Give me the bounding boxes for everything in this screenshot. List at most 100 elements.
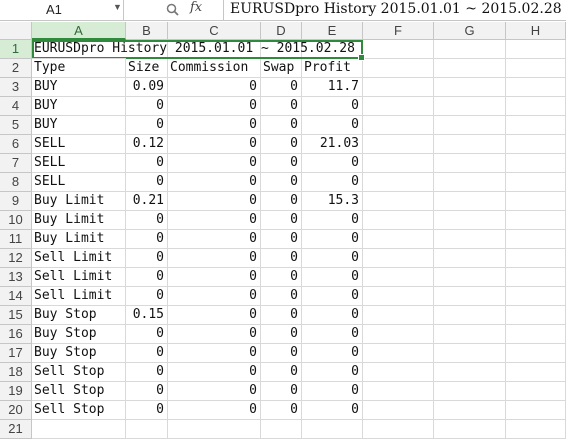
cell-e12[interactable]: 0 <box>302 249 363 268</box>
cell-h12[interactable] <box>506 249 566 268</box>
insert-function-button[interactable]: fx <box>190 0 202 15</box>
cell-h8[interactable] <box>506 173 566 192</box>
cell-d4[interactable]: 0 <box>261 97 302 116</box>
cell-a20[interactable]: Sell Stop <box>32 401 126 420</box>
cell-e18[interactable]: 0 <box>302 363 363 382</box>
row-header[interactable]: 1 <box>0 40 32 59</box>
cell-d20[interactable]: 0 <box>261 401 302 420</box>
cell-h6[interactable] <box>506 135 566 154</box>
cell-e11[interactable]: 0 <box>302 230 363 249</box>
cell-f10[interactable] <box>363 211 434 230</box>
formula-input[interactable]: EURUSDpro History 2015.01.01 ~ 2015.02.2… <box>230 1 562 17</box>
cell-f15[interactable] <box>363 306 434 325</box>
cell-c15[interactable]: 0 <box>168 306 261 325</box>
cell-d2[interactable]: Swap <box>261 59 302 78</box>
cell-a6[interactable]: SELL <box>32 135 126 154</box>
cell-h10[interactable] <box>506 211 566 230</box>
cell-g9[interactable] <box>434 192 506 211</box>
cell-g18[interactable] <box>434 363 506 382</box>
cell-e5[interactable]: 0 <box>302 116 363 135</box>
cell-a1[interactable]: EURUSDpro History 2015.01.01 ~ 2015.02.2… <box>32 40 355 59</box>
cell-a7[interactable]: SELL <box>32 154 126 173</box>
cell-c6[interactable]: 0 <box>168 135 261 154</box>
cell-c3[interactable]: 0 <box>168 78 261 97</box>
cell-g14[interactable] <box>434 287 506 306</box>
cell-a18[interactable]: Sell Stop <box>32 363 126 382</box>
cell-h11[interactable] <box>506 230 566 249</box>
cell-f7[interactable] <box>363 154 434 173</box>
cell-c12[interactable]: 0 <box>168 249 261 268</box>
cell-g19[interactable] <box>434 382 506 401</box>
cell-h3[interactable] <box>506 78 566 97</box>
cell-c21[interactable] <box>168 420 261 439</box>
cell-d10[interactable]: 0 <box>261 211 302 230</box>
row-header[interactable]: 6 <box>0 135 32 154</box>
cell-h7[interactable] <box>506 154 566 173</box>
cell-f3[interactable] <box>363 78 434 97</box>
cell-c13[interactable]: 0 <box>168 268 261 287</box>
cell-e17[interactable]: 0 <box>302 344 363 363</box>
column-header-c[interactable]: C <box>168 22 261 40</box>
cell-h21[interactable] <box>506 420 566 439</box>
cell-c18[interactable]: 0 <box>168 363 261 382</box>
cell-h14[interactable] <box>506 287 566 306</box>
cell-b13[interactable]: 0 <box>126 268 168 287</box>
column-header-d[interactable]: D <box>261 22 302 40</box>
cell-e14[interactable]: 0 <box>302 287 363 306</box>
cell-h20[interactable] <box>506 401 566 420</box>
cell-h18[interactable] <box>506 363 566 382</box>
cell-b3[interactable]: 0.09 <box>126 78 168 97</box>
cell-c2[interactable]: Commission <box>168 59 261 78</box>
cell-f1[interactable] <box>363 40 434 59</box>
cell-c9[interactable]: 0 <box>168 192 261 211</box>
cell-e15[interactable]: 0 <box>302 306 363 325</box>
cell-e10[interactable]: 0 <box>302 211 363 230</box>
cell-b6[interactable]: 0.12 <box>126 135 168 154</box>
cell-d3[interactable]: 0 <box>261 78 302 97</box>
cell-a14[interactable]: Sell Limit <box>32 287 126 306</box>
cell-a17[interactable]: Buy Stop <box>32 344 126 363</box>
cell-h5[interactable] <box>506 116 566 135</box>
cell-c4[interactable]: 0 <box>168 97 261 116</box>
cell-g7[interactable] <box>434 154 506 173</box>
cell-a19[interactable]: Sell Stop <box>32 382 126 401</box>
cell-h15[interactable] <box>506 306 566 325</box>
cell-d5[interactable]: 0 <box>261 116 302 135</box>
cell-c8[interactable]: 0 <box>168 173 261 192</box>
cell-f19[interactable] <box>363 382 434 401</box>
cell-f6[interactable] <box>363 135 434 154</box>
cell-f5[interactable] <box>363 116 434 135</box>
row-header[interactable]: 9 <box>0 192 32 211</box>
cell-e4[interactable]: 0 <box>302 97 363 116</box>
cell-g13[interactable] <box>434 268 506 287</box>
name-box[interactable]: A1 ▼ <box>0 0 124 20</box>
cell-g16[interactable] <box>434 325 506 344</box>
cell-f12[interactable] <box>363 249 434 268</box>
cell-b9[interactable]: 0.21 <box>126 192 168 211</box>
row-header[interactable]: 2 <box>0 59 32 78</box>
cell-d8[interactable]: 0 <box>261 173 302 192</box>
cell-a11[interactable]: Buy Limit <box>32 230 126 249</box>
cell-a4[interactable]: BUY <box>32 97 126 116</box>
cell-b7[interactable]: 0 <box>126 154 168 173</box>
cell-b4[interactable]: 0 <box>126 97 168 116</box>
row-header[interactable]: 14 <box>0 287 32 306</box>
cell-f20[interactable] <box>363 401 434 420</box>
cell-e3[interactable]: 11.7 <box>302 78 363 97</box>
cell-e6[interactable]: 21.03 <box>302 135 363 154</box>
cell-h9[interactable] <box>506 192 566 211</box>
row-header[interactable]: 3 <box>0 78 32 97</box>
cell-a12[interactable]: Sell Limit <box>32 249 126 268</box>
cell-a21[interactable] <box>32 420 126 439</box>
cell-d13[interactable]: 0 <box>261 268 302 287</box>
cell-b14[interactable]: 0 <box>126 287 168 306</box>
cell-f9[interactable] <box>363 192 434 211</box>
cell-g12[interactable] <box>434 249 506 268</box>
row-header[interactable]: 21 <box>0 420 32 439</box>
row-header[interactable]: 20 <box>0 401 32 420</box>
cell-g4[interactable] <box>434 97 506 116</box>
cell-g17[interactable] <box>434 344 506 363</box>
cell-c5[interactable]: 0 <box>168 116 261 135</box>
column-header-h[interactable]: H <box>506 22 566 40</box>
column-header-e[interactable]: E <box>302 22 363 40</box>
